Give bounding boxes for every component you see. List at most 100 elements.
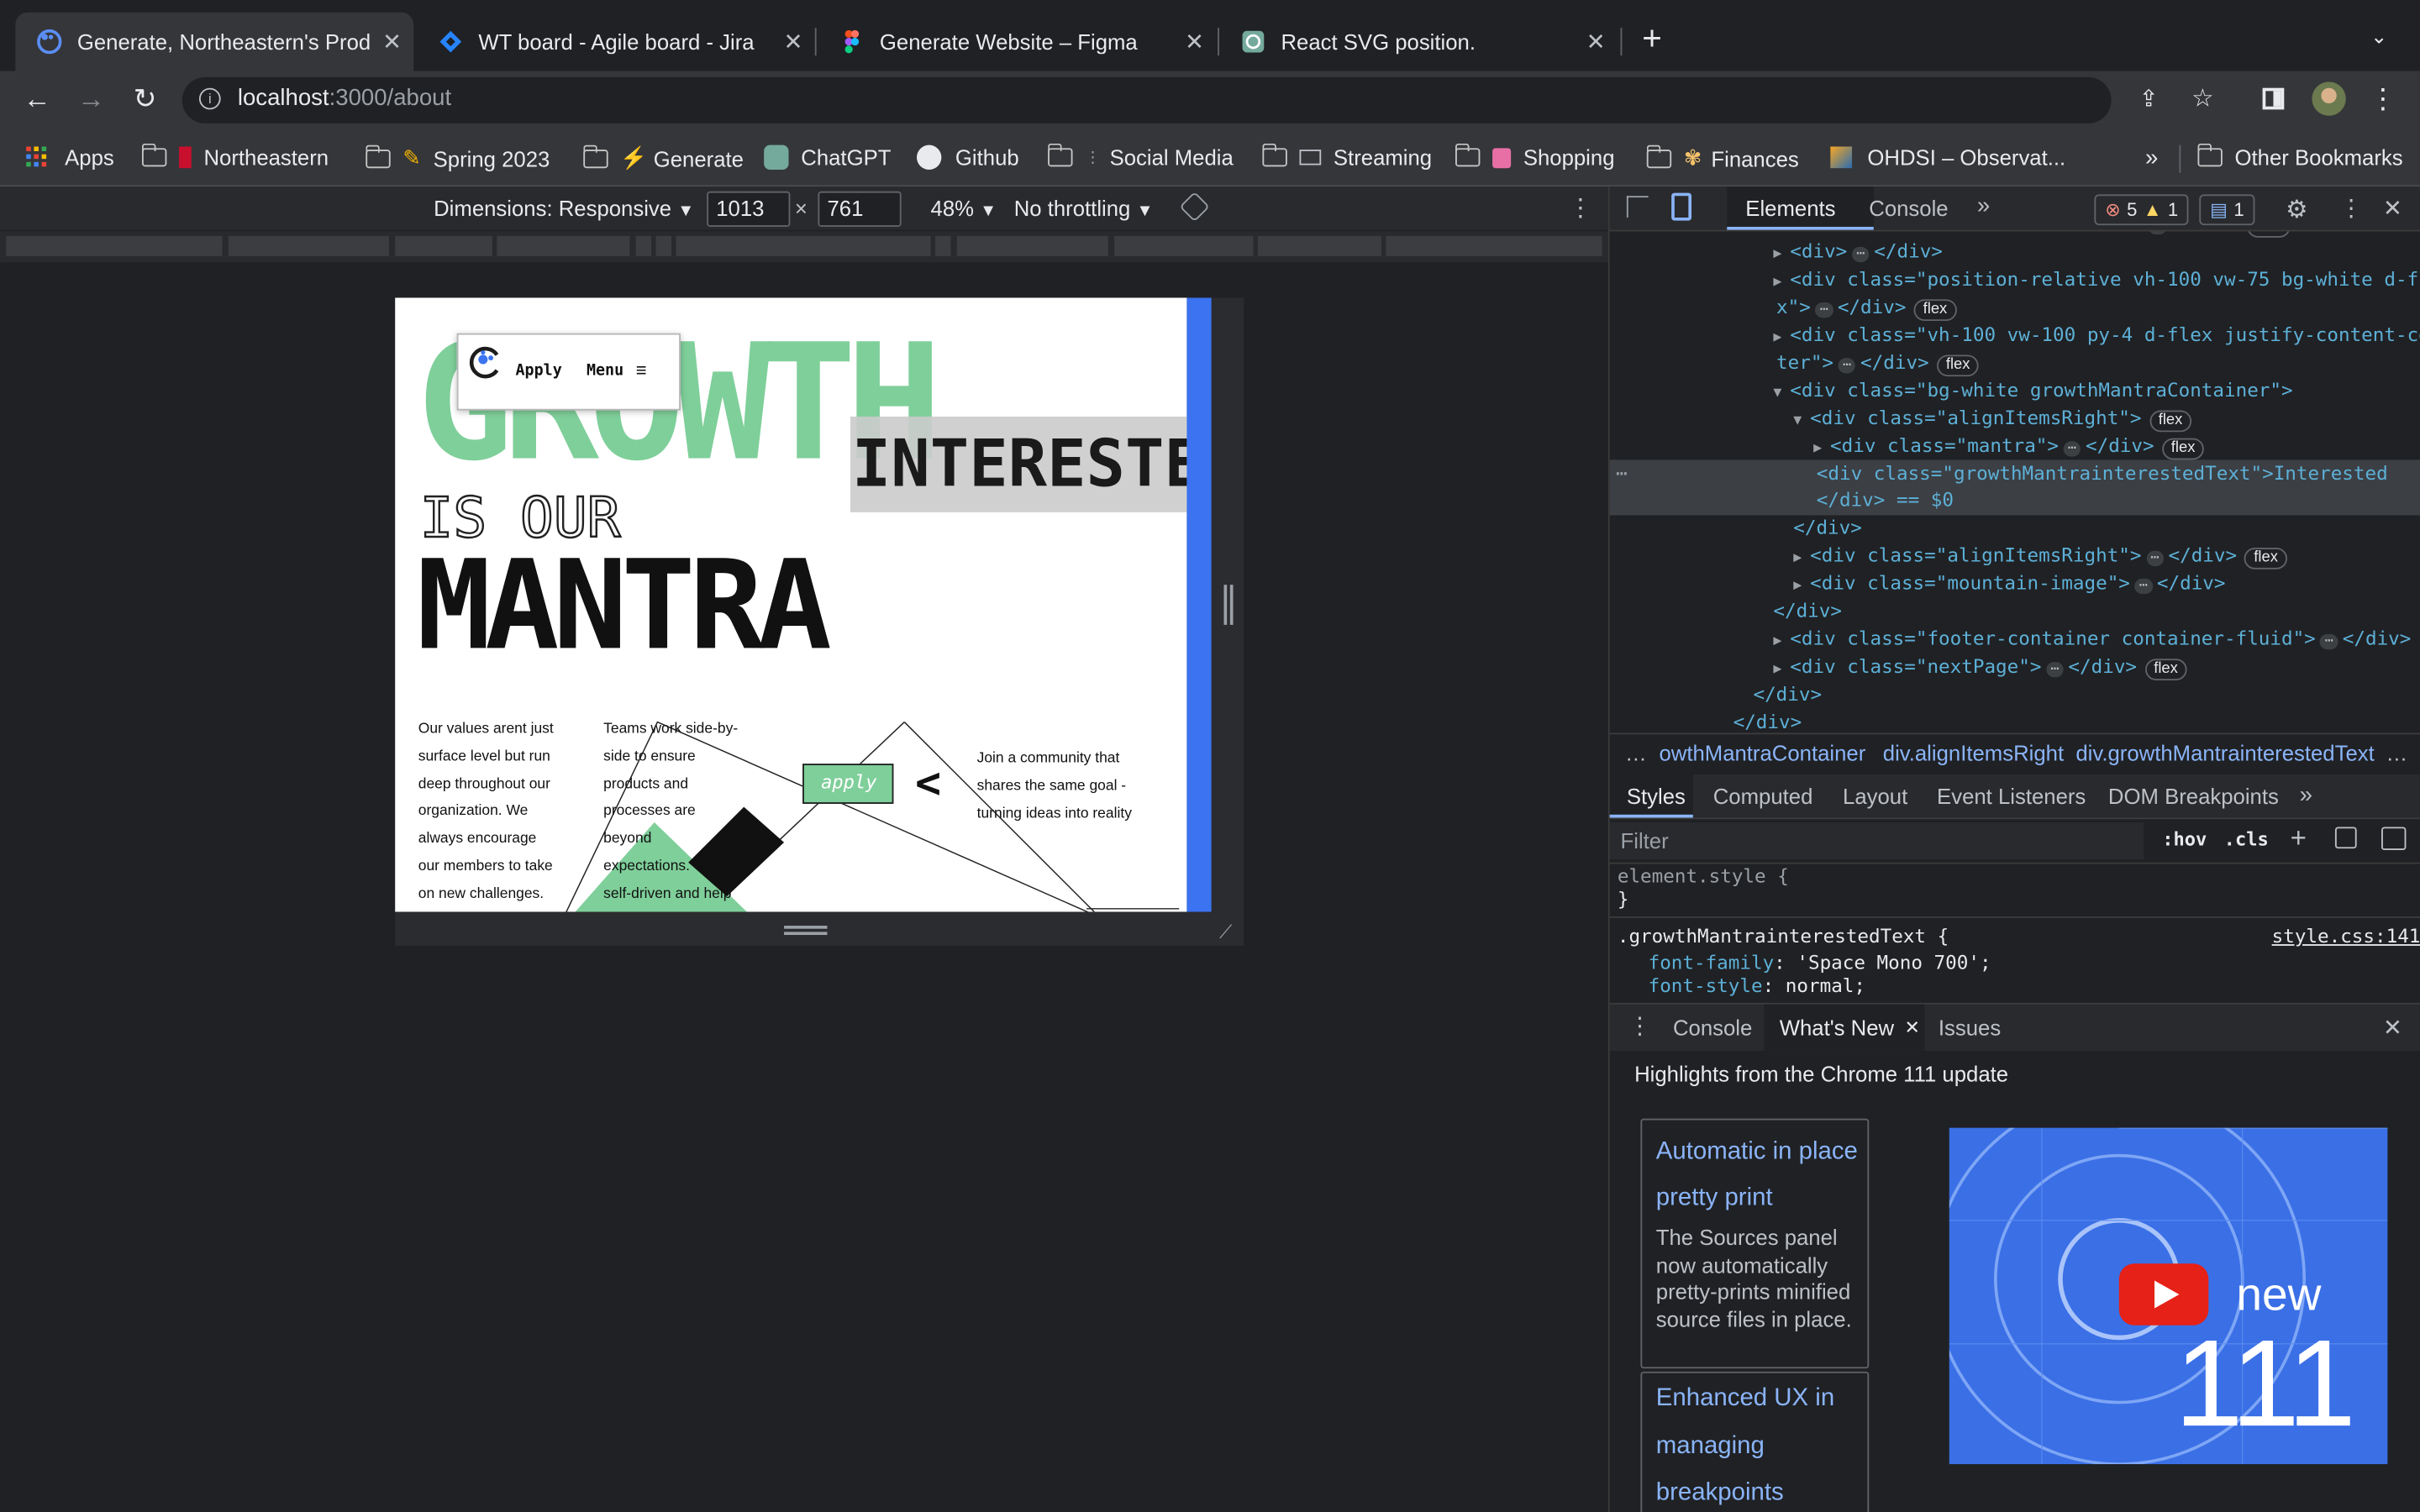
resize-handle-right[interactable]	[1211, 297, 1244, 946]
device-more-icon[interactable]: ⋮	[1568, 193, 1592, 224]
card-title[interactable]: Automatic in place pretty print	[1656, 1129, 1860, 1221]
computed-sidebar-icon[interactable]	[2381, 827, 2407, 851]
apply-tag-button[interactable]: apply	[802, 764, 894, 804]
bookmark-generate[interactable]: ⚡ Generate	[582, 144, 744, 171]
feature-card-breakpoints[interactable]: Enhanced UX in managing breakpoints	[1640, 1371, 1870, 1512]
bookmark-other[interactable]: Other Bookmarks	[2196, 143, 2403, 170]
rule-source-link[interactable]: style.css:141	[2272, 926, 2420, 948]
bookmark-social-media[interactable]: ⋮ Social Media	[1047, 143, 1234, 170]
ellipsis-icon[interactable]: ⋯	[2045, 661, 2064, 678]
devtools-menu-icon[interactable]: ⋮	[2339, 194, 2363, 222]
expand-arrow-icon[interactable]: ▶	[1773, 662, 1790, 677]
dom-node[interactable]: ▼ <div class="alignItemsRight"> flex	[1793, 407, 2192, 433]
tab-computed[interactable]: Computed	[1713, 784, 1813, 808]
tab-elements[interactable]: Elements	[1727, 186, 1874, 230]
settings-gear-icon[interactable]: ⚙	[2286, 194, 2307, 225]
breadcrumb-overflow[interactable]: …	[1625, 741, 1647, 765]
flex-badge[interactable]: flex	[2149, 410, 2192, 433]
expand-arrow-icon[interactable]: ▶	[1793, 551, 1810, 566]
drawer-tab-whats-new[interactable]: What's New ✕	[1764, 1004, 1925, 1051]
close-tab-icon[interactable]: ✕	[1173, 28, 1216, 55]
chevron-left-icon[interactable]: <	[915, 758, 941, 809]
node-menu-icon[interactable]: ⋯	[1616, 463, 1628, 485]
nav-apply-link[interactable]: Apply	[515, 363, 561, 380]
breadcrumb-item[interactable]: owthMantraContainer	[1659, 741, 1865, 765]
tab-event-listeners[interactable]: Event Listeners	[1937, 784, 2086, 808]
dom-node[interactable]: </div>	[1773, 600, 1842, 622]
back-icon[interactable]: ←	[18, 83, 55, 116]
dom-node[interactable]: </div>	[1753, 684, 1822, 706]
hov-toggle[interactable]: :hov	[2162, 828, 2207, 850]
ellipsis-icon[interactable]: ⋯	[2146, 550, 2164, 567]
feature-card-pretty-print[interactable]: Automatic in place pretty print The Sourc…	[1640, 1118, 1870, 1369]
close-tab-icon[interactable]: ✕	[371, 28, 413, 55]
ellipsis-icon[interactable]: ⋯	[1815, 302, 1833, 318]
chrome-111-video-thumbnail[interactable]: new 111	[1949, 1127, 2388, 1465]
drawer-tab-console[interactable]: Console	[1673, 1016, 1752, 1040]
flex-badge[interactable]: flex	[1913, 299, 1957, 322]
share-icon[interactable]: ⇪	[2139, 85, 2159, 113]
drawer-tab-issues[interactable]: Issues	[1939, 1016, 2001, 1040]
bookmark-streaming[interactable]: Streaming	[1261, 143, 1432, 170]
collapse-arrow-icon[interactable]: ▼	[1773, 386, 1790, 401]
ellipsis-icon[interactable]: ⋯	[2134, 578, 2153, 595]
flex-badge[interactable]: flex	[2161, 438, 2205, 460]
card-title[interactable]: Enhanced UX in managing breakpoints	[1656, 1376, 1860, 1512]
collapse-arrow-icon[interactable]: ▼	[1793, 413, 1810, 428]
flex-badge[interactable]: flex	[2144, 659, 2187, 680]
dimensions-dropdown[interactable]: Dimensions: Responsive ▼	[434, 196, 694, 220]
close-drawer-icon[interactable]: ✕	[2383, 1014, 2402, 1042]
dom-node[interactable]: ▶ <div class="footer-container container…	[1773, 628, 2411, 650]
expand-arrow-icon[interactable]: ▶	[1773, 247, 1790, 262]
tab-generate[interactable]: Generate, Northeastern's Prod ✕	[15, 12, 414, 71]
page-scrollbar[interactable]	[1186, 297, 1212, 912]
dom-node[interactable]: </div>	[1793, 517, 1862, 538]
bookmark-northeastern[interactable]: Northeastern	[141, 143, 329, 170]
flex-badge[interactable]: flex	[2244, 548, 2287, 570]
more-tabs-icon[interactable]: »	[2300, 782, 2312, 808]
tab-layout[interactable]: Layout	[1843, 784, 1907, 808]
dom-node[interactable]: ▶ <div class="vh-100 vw-100 py-4 d-flex …	[1773, 324, 2420, 346]
dom-node[interactable]: x"> ⋯ </div> flex	[1776, 297, 1957, 322]
dom-node[interactable]: ▶ <div class="alignItemsRight"> ⋯ </div> fl…	[1793, 544, 2287, 570]
dom-node[interactable]: ▶ <div class="vh-100 vw-100 row"> ⋯ </div>…	[1773, 231, 2291, 238]
side-panel-icon[interactable]	[2262, 87, 2285, 110]
breadcrumb-item[interactable]: div.growthMantrainterestedText	[2075, 741, 2374, 765]
bookmark-apps[interactable]: Apps	[24, 145, 114, 170]
expand-arrow-icon[interactable]: ▶	[1793, 579, 1810, 594]
dom-node[interactable]: ▶ <div> ⋯ </div>	[1773, 241, 1943, 263]
style-declaration[interactable]: font-style: normal;	[1649, 975, 1865, 997]
ellipsis-icon[interactable]: ⋯	[1851, 246, 1870, 263]
expand-arrow-icon[interactable]: ▶	[1773, 275, 1790, 290]
resize-handle-bottom[interactable]: ⟋	[395, 911, 1232, 946]
bookmark-finances[interactable]: ✾ Finances	[1645, 144, 1799, 171]
dom-node[interactable]: </div>	[1733, 711, 1802, 732]
tab-figma[interactable]: Generate Website – Figma ✕	[818, 13, 1216, 71]
browser-menu-icon[interactable]: ⋮	[2365, 83, 2402, 116]
tab-react-svg[interactable]: React SVG position. ✕	[1219, 13, 1618, 71]
paint-icon[interactable]	[2334, 827, 2357, 849]
tab-styles[interactable]: Styles	[1609, 774, 1693, 818]
close-tab-icon[interactable]: ✕	[1574, 28, 1617, 55]
new-tab-icon[interactable]: +	[1642, 21, 1662, 55]
dom-node[interactable]: ▶ <div class="nextPage"> ⋯ </div> flex	[1773, 656, 2187, 680]
new-style-rule-icon[interactable]: +	[2291, 822, 2307, 855]
nav-menu-link[interactable]: Menu	[587, 363, 623, 380]
expand-arrow-icon[interactable]: ▶	[1773, 330, 1790, 345]
dom-node[interactable]: <div class="growthMantrainterestedText">…	[1817, 463, 2388, 485]
ellipsis-icon[interactable]: ⋯	[2063, 441, 2081, 457]
dom-node[interactable]: ▶ <div class="position-relative vh-100 v…	[1773, 269, 2420, 291]
expand-arrow-icon[interactable]: ▶	[1813, 441, 1830, 456]
site-info-icon[interactable]: i	[198, 87, 221, 110]
profile-avatar[interactable]	[2312, 81, 2346, 116]
bookmark-spring-2023[interactable]: ✎ Spring 2023	[365, 144, 550, 171]
device-width-input[interactable]: 1013	[707, 191, 791, 227]
forward-icon[interactable]: →	[72, 83, 109, 116]
messages-counter[interactable]: ▤ 1	[2199, 194, 2255, 226]
dom-node[interactable]: ▶ <div class="mantra"> ⋯ </div> flex	[1813, 435, 2205, 460]
zoom-dropdown[interactable]: 48% ▼	[931, 196, 997, 220]
dom-node[interactable]: ▶ <div class="mountain-image"> ⋯ </div>	[1793, 572, 2225, 595]
hamburger-icon[interactable]: ≡	[636, 360, 647, 381]
expand-arrow-icon[interactable]: ▶	[1773, 232, 1790, 235]
reload-icon[interactable]: ↻	[127, 83, 164, 116]
